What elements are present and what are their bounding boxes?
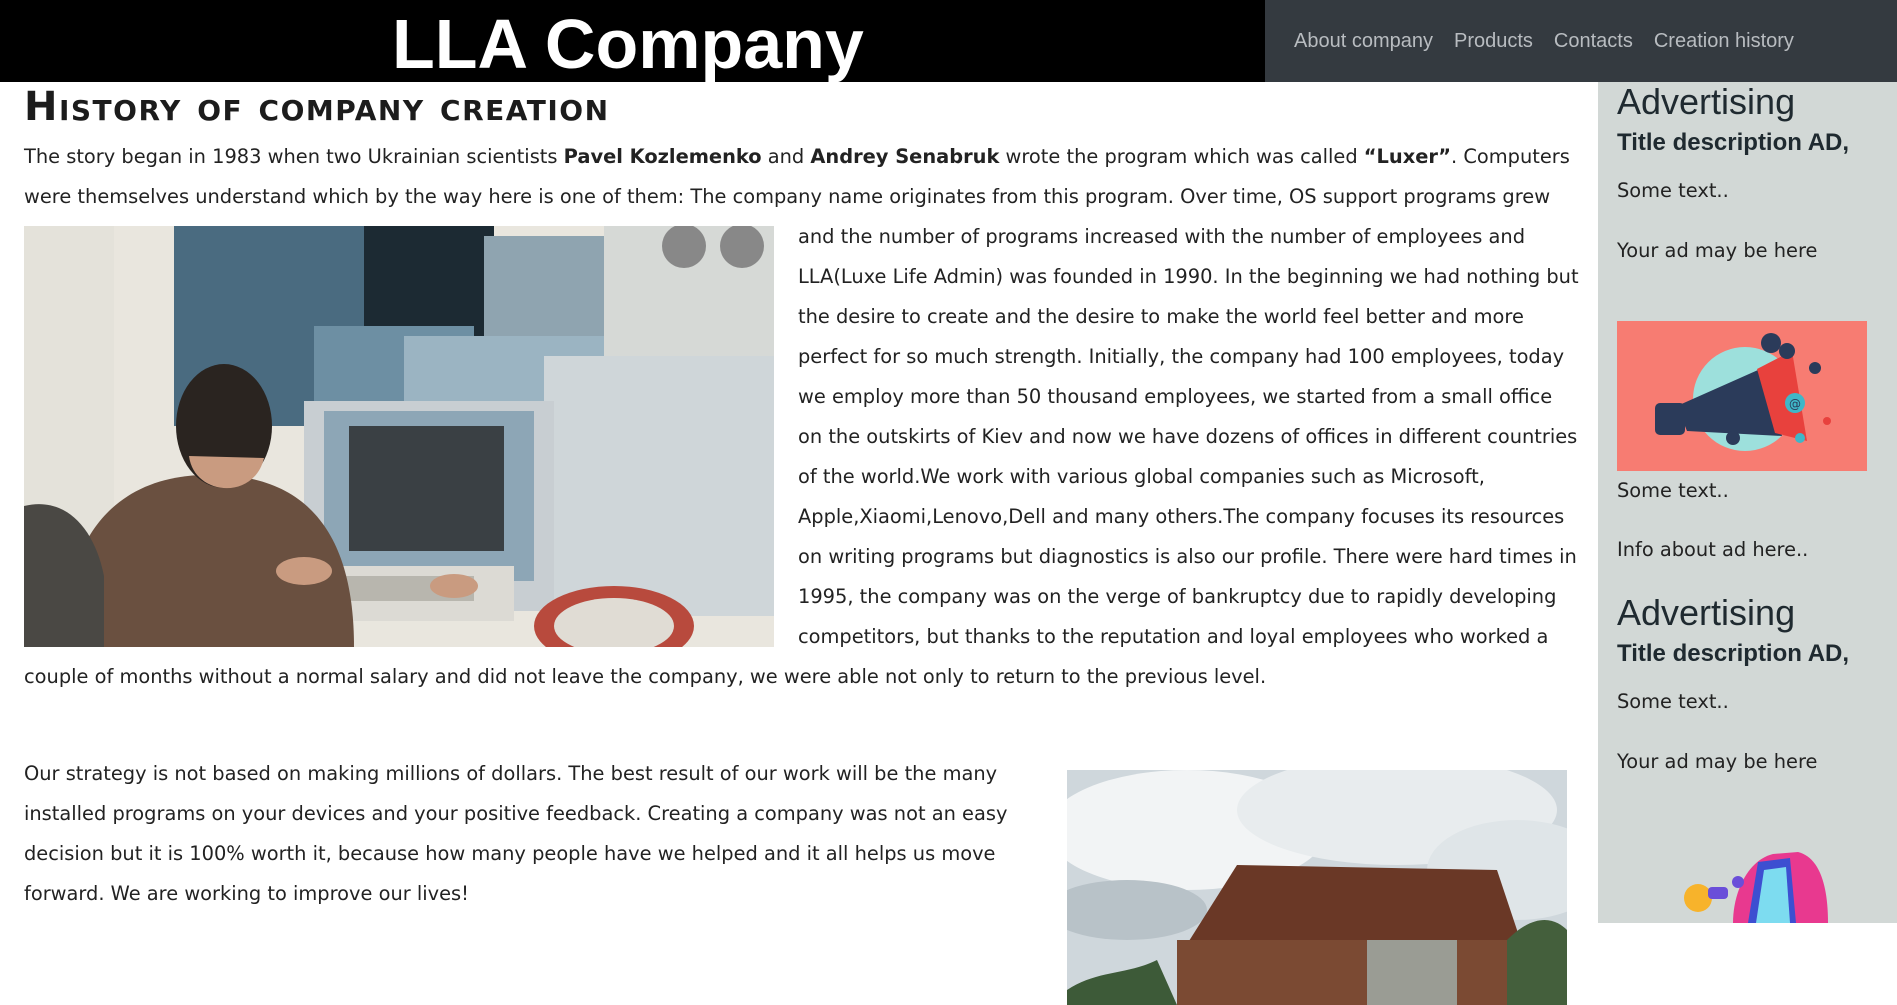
ad-title-description: Title description AD, [1617, 129, 1850, 156]
nav-about-company[interactable]: About company [1294, 30, 1433, 53]
ad-heading: Advertising [1617, 82, 1796, 122]
nav-contacts[interactable]: Contacts [1554, 30, 1633, 53]
main-nav: About company Products Contacts Creation… [1265, 0, 1897, 82]
site-header: LLA Company About company Products Conta… [0, 0, 1897, 83]
ad-title-description-2: Title description AD, [1617, 640, 1850, 667]
ad-text-3: Some text.. [1617, 690, 1729, 713]
history-text-1: The story began in 1983 when two Ukraini… [24, 145, 564, 168]
scientist-name-2: Andrey Senabruk [810, 145, 1000, 168]
megaphone-ad-image[interactable]: @ [1617, 321, 1867, 471]
page-title: History of company creation [24, 84, 610, 130]
nav-creation-history[interactable]: Creation history [1654, 30, 1794, 53]
svg-text:@: @ [1789, 397, 1801, 411]
phone-ad-image[interactable] [1678, 852, 1828, 923]
vintage-computer-photo [24, 226, 774, 647]
ad-info-text: Info about ad here.. [1617, 538, 1809, 561]
history-text-3: wrote the program which was called [999, 145, 1364, 168]
program-name: “Luxer” [1363, 145, 1452, 168]
strategy-paragraph: Our strategy is not based on making mill… [24, 762, 1008, 905]
ad-sidebar: Advertising Title description AD, Some t… [1598, 82, 1897, 923]
ad-text: Some text.. [1617, 179, 1729, 202]
nav-products[interactable]: Products [1454, 30, 1533, 53]
ad-heading-2: Advertising [1617, 592, 1796, 633]
company-building-photo [1067, 770, 1567, 1005]
history-text-2: and [761, 145, 811, 168]
history-paragraph: The story began in 1983 when two Ukraini… [24, 137, 1579, 697]
ad-placeholder-text: Your ad may be here [1617, 239, 1818, 262]
scientist-name-1: Pavel Kozlemenko [563, 145, 762, 168]
brand-title[interactable]: LLA Company [392, 0, 864, 83]
ad-text-2: Some text.. [1617, 479, 1729, 502]
ad-placeholder-text-2: Your ad may be here [1617, 750, 1818, 773]
